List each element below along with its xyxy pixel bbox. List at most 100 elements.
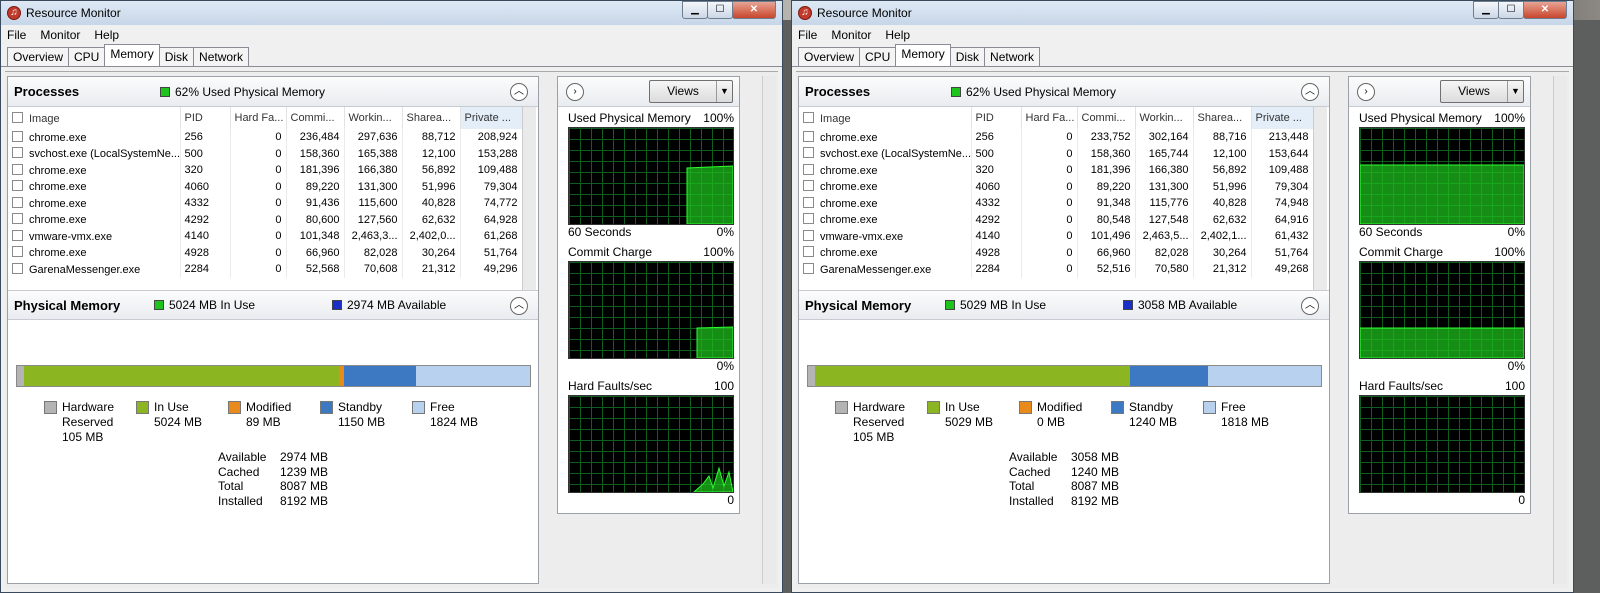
menu-help[interactable]: Help [885, 28, 910, 42]
views-dropdown[interactable]: Views ▼ [1440, 80, 1524, 103]
table-row[interactable]: chrome.exe 4292 0 80,600 127,560 62,632 64,928 [8, 211, 523, 228]
title-bar[interactable]: ♫ Resource Monitor ▁ ☐ ✕ [792, 1, 1573, 25]
table-row[interactable]: chrome.exe 256 0 233,752 302,164 88,716 213,44… [799, 129, 1314, 146]
menu-file[interactable]: File [798, 28, 817, 42]
row-checkbox[interactable] [12, 246, 23, 258]
table-row[interactable]: chrome.exe 4060 0 89,220 131,300 51,996 79,304 [8, 178, 523, 195]
menu-file[interactable]: File [7, 28, 26, 42]
pane-splitter[interactable] [1333, 76, 1345, 584]
row-checkbox[interactable] [803, 229, 814, 241]
memory-bar-in-use [23, 366, 339, 386]
maximize-icon[interactable]: ☐ [707, 1, 733, 19]
column-header[interactable]: Sharea... [402, 107, 461, 129]
table-row[interactable]: vmware-vmx.exe 4140 0 101,348 2,463,3... 2,40… [8, 228, 523, 245]
column-header[interactable]: Commi... [286, 107, 345, 129]
column-header[interactable]: Sharea... [1193, 107, 1252, 129]
column-header[interactable]: PID [971, 107, 1022, 129]
tab-disk[interactable]: Disk [949, 47, 986, 66]
select-all-checkbox[interactable] [803, 111, 814, 123]
views-dropdown[interactable]: Views ▼ [649, 80, 733, 103]
column-header[interactable]: Image [799, 107, 972, 129]
table-row[interactable]: chrome.exe 320 0 181,396 166,380 56,892 109,48… [8, 162, 523, 179]
column-header[interactable]: Hard Fa... [1021, 107, 1078, 129]
table-row[interactable]: chrome.exe 4928 0 66,960 82,028 30,264 51,764 [799, 244, 1314, 261]
tab-cpu[interactable]: CPU [68, 47, 106, 66]
collapse-physical-memory-icon[interactable]: ︿ [1301, 297, 1319, 315]
row-checkbox[interactable] [803, 180, 814, 192]
table-row[interactable]: chrome.exe 4332 0 91,348 115,776 40,828 74,948 [799, 195, 1314, 212]
process-table-scrollbar[interactable] [1313, 107, 1327, 290]
column-header[interactable]: Image [8, 107, 181, 129]
row-checkbox[interactable] [803, 262, 814, 274]
row-checkbox[interactable] [803, 213, 814, 225]
tab-network[interactable]: Network [984, 47, 1041, 66]
table-row[interactable]: chrome.exe 4060 0 89,220 131,300 51,996 79,304 [799, 178, 1314, 195]
process-name: vmware-vmx.exe [820, 230, 904, 243]
row-checkbox[interactable] [803, 130, 814, 142]
row-checkbox[interactable] [12, 147, 23, 159]
menu-help[interactable]: Help [94, 28, 119, 42]
minimize-icon[interactable]: ▁ [1473, 1, 1499, 19]
table-cell: 56,892 [402, 162, 461, 179]
column-header[interactable]: Workin... [1135, 107, 1194, 129]
row-checkbox[interactable] [12, 130, 23, 142]
process-table-scrollbar[interactable] [522, 107, 536, 290]
tab-network[interactable]: Network [193, 47, 250, 66]
maximize-icon[interactable]: ☐ [1498, 1, 1524, 19]
row-checkbox[interactable] [803, 147, 814, 159]
expand-graphs-icon[interactable]: › [566, 83, 584, 101]
tab-disk[interactable]: Disk [158, 47, 195, 66]
table-row[interactable]: vmware-vmx.exe 4140 0 101,496 2,463,5... 2,40… [799, 228, 1314, 245]
window-scrollbar[interactable] [762, 76, 776, 584]
collapse-processes-icon[interactable]: ︿ [1301, 83, 1319, 101]
pane-splitter[interactable] [542, 76, 554, 584]
process-name: chrome.exe [29, 181, 87, 194]
table-row[interactable]: GarenaMessenger.exe 2284 0 52,568 70,608 21,3… [8, 261, 523, 278]
collapse-processes-icon[interactable]: ︿ [510, 83, 528, 101]
expand-graphs-icon[interactable]: › [1357, 83, 1375, 101]
minimize-icon[interactable]: ▁ [682, 1, 708, 19]
row-checkbox[interactable] [12, 163, 23, 175]
processes-header[interactable]: Processes 62% Used Physical Memory ︿ [799, 77, 1329, 107]
table-row[interactable]: chrome.exe 320 0 181,396 166,380 56,892 109,48… [799, 162, 1314, 179]
column-header[interactable]: Private ... [460, 107, 523, 129]
close-icon[interactable]: ✕ [732, 1, 776, 19]
column-header[interactable]: PID [180, 107, 231, 129]
tab-overview[interactable]: Overview [7, 47, 70, 66]
tab-memory[interactable]: Memory [104, 44, 160, 66]
select-all-checkbox[interactable] [12, 111, 23, 123]
row-checkbox[interactable] [12, 180, 23, 192]
table-row[interactable]: chrome.exe 4292 0 80,548 127,548 62,632 64,916 [799, 211, 1314, 228]
table-cell: 40,828 [402, 195, 461, 212]
column-header[interactable]: Commi... [1077, 107, 1136, 129]
row-checkbox[interactable] [803, 196, 814, 208]
table-row[interactable]: GarenaMessenger.exe 2284 0 52,516 70,580 21,3… [799, 261, 1314, 278]
tab-memory[interactable]: Memory [895, 44, 951, 66]
table-row[interactable]: svchost.exe (LocalSystemNe... 500 0 158,360… [799, 145, 1314, 162]
physical-memory-header[interactable]: Physical Memory 5029 MB In Use 3058 MB A… [799, 290, 1329, 320]
table-row[interactable]: svchost.exe (LocalSystemNe... 500 0 158,360… [8, 145, 523, 162]
column-header[interactable]: Workin... [344, 107, 403, 129]
table-row[interactable]: chrome.exe 4928 0 66,960 82,028 30,264 51,764 [8, 244, 523, 261]
processes-header[interactable]: Processes 62% Used Physical Memory ︿ [8, 77, 538, 107]
stat-value: 8192 MB [280, 493, 329, 508]
collapse-physical-memory-icon[interactable]: ︿ [510, 297, 528, 315]
row-checkbox[interactable] [803, 246, 814, 258]
menu-monitor[interactable]: Monitor [40, 28, 80, 42]
column-header[interactable]: Private ... [1251, 107, 1314, 129]
row-checkbox[interactable] [803, 163, 814, 175]
window-scrollbar[interactable] [1553, 76, 1567, 584]
row-checkbox[interactable] [12, 213, 23, 225]
physical-memory-header[interactable]: Physical Memory 5024 MB In Use 2974 MB A… [8, 290, 538, 320]
title-bar[interactable]: ♫ Resource Monitor ▁ ☐ ✕ [1, 1, 782, 25]
row-checkbox[interactable] [12, 229, 23, 241]
tab-cpu[interactable]: CPU [859, 47, 897, 66]
table-row[interactable]: chrome.exe 256 0 236,484 297,636 88,712 208,92… [8, 129, 523, 146]
row-checkbox[interactable] [12, 262, 23, 274]
tab-overview[interactable]: Overview [798, 47, 861, 66]
close-icon[interactable]: ✕ [1523, 1, 1567, 19]
table-row[interactable]: chrome.exe 4332 0 91,436 115,600 40,828 74,772 [8, 195, 523, 212]
column-header[interactable]: Hard Fa... [230, 107, 287, 129]
menu-monitor[interactable]: Monitor [831, 28, 871, 42]
row-checkbox[interactable] [12, 196, 23, 208]
